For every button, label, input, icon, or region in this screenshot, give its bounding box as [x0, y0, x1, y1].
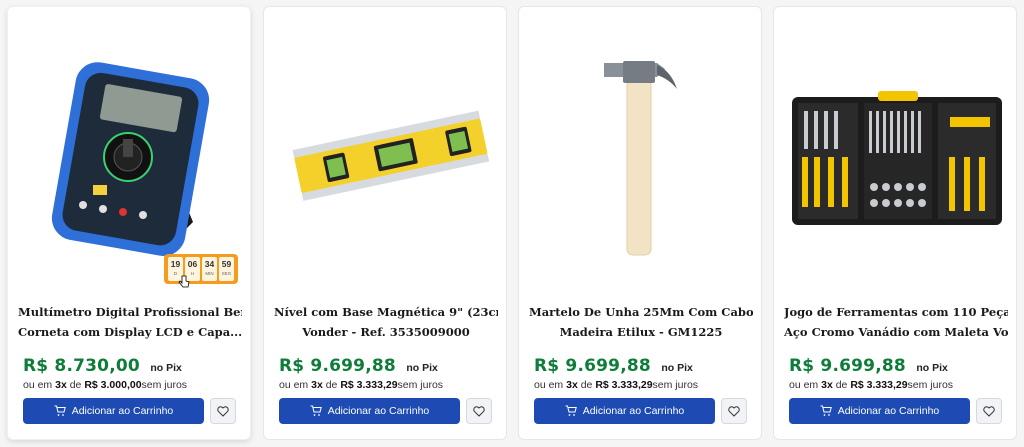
price: R$ 9.699,88 [534, 356, 651, 376]
product-card[interactable]: Martelo De Unha 25Mm Com Cabo Em Madeira… [518, 6, 762, 440]
heart-icon [983, 405, 995, 417]
installments-text: ou em 3x de R$ 3.333,29sem juros [789, 379, 954, 391]
product-title[interactable]: Nível com Base Magnética 9" (23cm) Vonde… [274, 303, 498, 342]
add-to-cart-label: Adicionar ao Carrinho [327, 405, 430, 417]
price-line: R$ 9.699,88 no Pix [789, 356, 948, 376]
product-card[interactable]: 19 D 06 H 34 MIN 59 SEG Multímetro Digital P… [7, 6, 251, 440]
installments-text: ou em 3x de R$ 3.000,00sem juros [23, 379, 188, 391]
price-line: R$ 9.699,88 no Pix [534, 356, 693, 376]
cart-icon [820, 405, 832, 416]
favorite-button[interactable] [466, 398, 492, 424]
product-image-toolset[interactable] [774, 7, 1016, 297]
add-to-cart-label: Adicionar ao Carrinho [837, 405, 940, 417]
installments-text: ou em 3x de R$ 3.333,29sem juros [279, 379, 444, 391]
product-carousel: 19 D 06 H 34 MIN 59 SEG Multímetro Digital P… [0, 0, 1024, 447]
cart-icon [565, 405, 577, 416]
add-to-cart-label: Adicionar ao Carrinho [582, 405, 685, 417]
product-title[interactable]: Jogo de Ferramentas com 110 Peças em Aço… [784, 303, 1008, 342]
add-to-cart-button[interactable]: Adicionar ao Carrinho [23, 398, 204, 424]
cart-icon [54, 405, 66, 416]
heart-icon [473, 405, 485, 417]
pix-label: no Pix [661, 362, 693, 374]
installments-text: ou em 3x de R$ 3.333,29sem juros [534, 379, 699, 391]
product-title[interactable]: Multímetro Digital Profissional Berg Cor… [18, 303, 242, 342]
price-line: R$ 9.699,88 no Pix [279, 356, 438, 376]
favorite-button[interactable] [721, 398, 747, 424]
price: R$ 9.699,88 [279, 356, 396, 376]
timer-seconds: 59 SEG [219, 257, 234, 281]
cart-icon [310, 405, 322, 416]
timer-minutes: 34 MIN [202, 257, 217, 281]
price: R$ 8.730,00 [23, 356, 140, 376]
heart-icon [728, 405, 740, 417]
price-line: R$ 8.730,00 no Pix [23, 356, 182, 376]
add-to-cart-label: Adicionar ao Carrinho [71, 405, 174, 417]
add-to-cart-button[interactable]: Adicionar ao Carrinho [534, 398, 715, 424]
hand-cursor-icon [178, 275, 190, 288]
product-card[interactable]: Jogo de Ferramentas com 110 Peças em Aço… [773, 6, 1017, 440]
favorite-button[interactable] [210, 398, 236, 424]
favorite-button[interactable] [976, 398, 1002, 424]
product-title[interactable]: Martelo De Unha 25Mm Com Cabo Em Madeira… [529, 303, 753, 342]
product-image-level[interactable] [264, 7, 506, 297]
product-card[interactable]: Nível com Base Magnética 9" (23cm) Vonde… [263, 6, 507, 440]
product-image-hammer[interactable] [519, 7, 761, 297]
add-to-cart-button[interactable]: Adicionar ao Carrinho [789, 398, 970, 424]
add-to-cart-button[interactable]: Adicionar ao Carrinho [279, 398, 460, 424]
pix-label: no Pix [916, 362, 948, 374]
heart-icon [217, 405, 229, 417]
pix-label: no Pix [150, 362, 182, 374]
pix-label: no Pix [406, 362, 438, 374]
price: R$ 9.699,88 [789, 356, 906, 376]
countdown-timer: 19 D 06 H 34 MIN 59 SEG [164, 254, 238, 284]
